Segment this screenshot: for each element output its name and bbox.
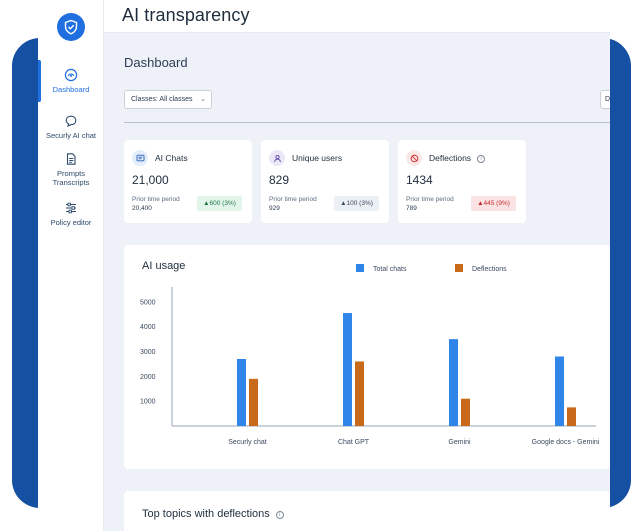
bar-deflections <box>567 407 576 426</box>
sidebar-item-prompts-transcripts[interactable]: Prompts Transcripts <box>38 152 104 187</box>
chat-bubble-icon <box>65 115 77 127</box>
stat-card-unique-users: Unique users 829 Prior time period 929 ▲… <box>261 140 389 223</box>
prohibited-icon <box>406 150 422 166</box>
dashboard-icon <box>64 68 78 82</box>
card-prior-label: Prior time period <box>406 196 454 203</box>
sidebar-item-securly-ai-chat[interactable]: Securly AI chat <box>38 114 104 140</box>
sidebar-item-label: Prompts Transcripts <box>52 169 90 187</box>
info-icon[interactable]: i <box>477 155 486 163</box>
bar-total-chats <box>237 358 246 426</box>
change-badge: ▲100 (3%) <box>334 196 379 211</box>
card-title: AI Chats <box>155 153 188 163</box>
classes-filter-select[interactable]: Classes: All classes ⌄ <box>124 90 212 109</box>
bar-deflections <box>249 378 258 426</box>
x-tick-label: Gemini <box>448 439 471 446</box>
bar-total-chats <box>555 356 564 426</box>
card-value: 21,000 <box>132 173 169 187</box>
y-tick-label: 1000 <box>140 399 156 406</box>
bar-deflections <box>461 398 470 426</box>
sidebar: Dashboard Securly AI chat Prompts Transc… <box>38 0 104 531</box>
app-window: Dashboard Securly AI chat Prompts Transc… <box>38 0 610 531</box>
topics-title: Top topics with deflections i <box>142 508 284 520</box>
sidebar-item-policy-editor[interactable]: Policy editor <box>38 201 104 227</box>
change-badge: ▲445 (9%) <box>471 196 516 211</box>
bar-total-chats <box>449 339 458 426</box>
sidebar-item-label: Securly AI chat <box>45 131 97 140</box>
app-title: AI transparency <box>122 5 250 25</box>
top-bar: AI transparency <box>104 0 610 33</box>
shield-logo-icon[interactable] <box>57 13 85 41</box>
screenshot-frame: Dashboard Securly AI chat Prompts Transc… <box>0 0 642 531</box>
x-tick-label: Chat GPT <box>338 439 370 446</box>
bar-chart: 1000 2000 3000 4000 5000 Securly chat Chat GPT… <box>140 287 600 446</box>
top-topics-card: Top topics with deflections i <box>124 491 610 531</box>
sidebar-item-dashboard[interactable]: Dashboard <box>38 68 104 94</box>
ai-usage-chart-card: AI usage Total chats Deflections 1000 200… <box>124 245 610 469</box>
stat-card-ai-chats: AI Chats 21,000 Prior time period 20,400… <box>124 140 252 223</box>
x-tick-label: Securly chat <box>228 439 267 446</box>
bar-total-chats <box>343 313 352 426</box>
stat-card-deflections: Deflections i 1434 Prior time period 789 … <box>398 140 526 223</box>
card-prior-value: 929 <box>269 205 280 212</box>
date-filter-value: D <box>605 96 610 103</box>
sidebar-item-label: Policy editor <box>50 218 92 227</box>
document-icon <box>66 153 76 165</box>
change-badge: ▲600 (3%) <box>197 196 242 211</box>
info-icon[interactable]: i <box>275 511 284 519</box>
card-prior-value: 20,400 <box>132 205 152 212</box>
card-title: Deflections i <box>429 153 486 163</box>
card-value: 829 <box>269 173 290 187</box>
chat-card-icon <box>132 150 148 166</box>
y-tick-label: 3000 <box>140 349 156 356</box>
divider <box>124 122 610 123</box>
sliders-icon <box>66 202 76 214</box>
card-value: 1434 <box>406 173 433 187</box>
chevron-down-icon: ⌄ <box>200 96 206 103</box>
bar-deflections <box>355 361 364 426</box>
card-prior-label: Prior time period <box>269 196 317 203</box>
y-tick-label: 4000 <box>140 324 156 331</box>
date-filter-select[interactable]: D <box>600 90 610 109</box>
y-tick-label: 2000 <box>140 374 156 381</box>
user-icon <box>269 150 285 166</box>
y-tick-label: 5000 <box>140 299 156 306</box>
card-title: Unique users <box>292 153 343 163</box>
main-content: Dashboard Classes: All classes ⌄ D AI Ch… <box>104 33 610 531</box>
card-prior-value: 789 <box>406 205 417 212</box>
card-prior-label: Prior time period <box>132 196 180 203</box>
x-tick-label: Google docs - Gemini <box>532 439 600 446</box>
page-title: Dashboard <box>124 55 188 70</box>
sidebar-item-label: Dashboard <box>52 85 90 94</box>
classes-filter-value: Classes: All classes <box>131 96 193 103</box>
